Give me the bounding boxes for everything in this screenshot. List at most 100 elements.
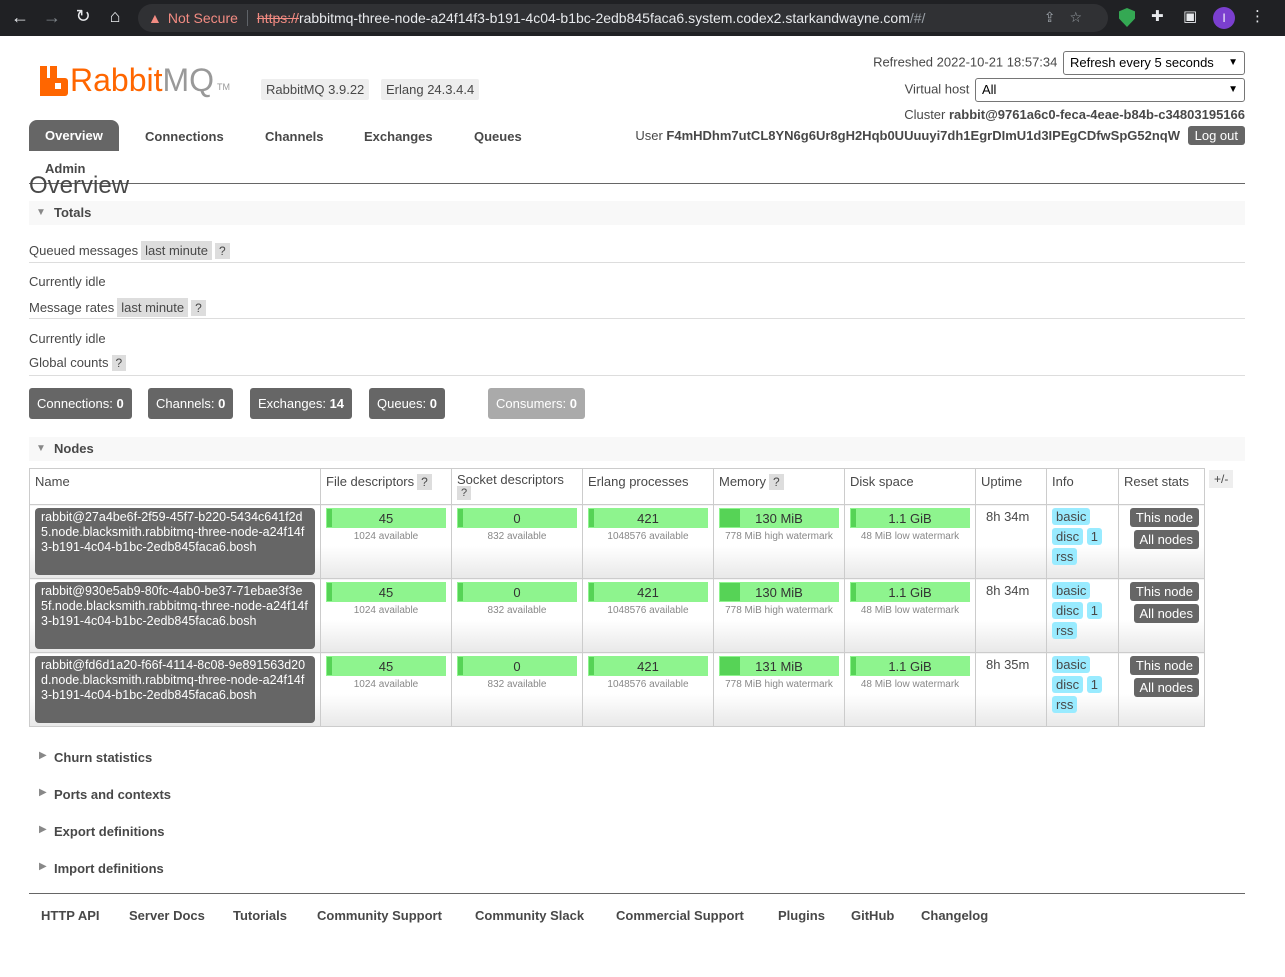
col-file-descriptors: File descriptors?	[320, 468, 452, 505]
export-definitions-section[interactable]: ▶ Export definitions	[29, 824, 165, 839]
help-button[interactable]: ?	[215, 243, 230, 259]
sidebar-toggle-icon[interactable]: ▣	[1183, 7, 1197, 25]
brand-rabbit: Rabbit	[70, 62, 163, 98]
extensions-puzzle-icon[interactable]: ✚	[1151, 7, 1164, 25]
browser-menu-icon[interactable]: ⋮	[1250, 7, 1265, 25]
footer-link-commercial-support[interactable]: Commercial Support	[616, 908, 744, 923]
help-button[interactable]: ?	[111, 355, 127, 371]
info-disc-count: 1	[1086, 528, 1102, 545]
node-name-link[interactable]: rabbit@27a4be6f-2f59-45f7-b220-5434c641f…	[35, 508, 315, 575]
reset-all-nodes-button[interactable]: All nodes	[1133, 530, 1199, 549]
extension-shield-icon[interactable]	[1119, 8, 1135, 27]
disk-bar: 1.1 GiB	[850, 656, 970, 676]
node-name-cell: rabbit@fd6d1a20-f66f-4114-8c08-9e891563d…	[29, 652, 321, 727]
col-socket-descriptors: Socket descriptors?	[451, 468, 583, 505]
tab-queues[interactable]: Queues	[474, 129, 522, 144]
node-name-link[interactable]: rabbit@fd6d1a20-f66f-4114-8c08-9e891563d…	[35, 656, 315, 723]
reset-this-node-button[interactable]: This node	[1129, 656, 1199, 675]
columns-toggle-button[interactable]: +/-	[1209, 470, 1234, 488]
chevron-down-icon: ▼	[1228, 84, 1238, 95]
ep-available: 1048576 available	[607, 679, 689, 690]
sd-cell: 0 832 available	[451, 652, 583, 727]
sd-available: 832 available	[487, 531, 547, 542]
info-disc-tag[interactable]: disc	[1052, 602, 1084, 619]
totals-section-header[interactable]: ▼ Totals	[29, 201, 1245, 225]
reset-all-nodes-button[interactable]: All nodes	[1133, 604, 1199, 623]
node-name-link[interactable]: rabbit@930e5ab9-80fc-4ab0-be37-71ebae3f3…	[35, 582, 315, 649]
uptime-value: 8h 35m	[986, 657, 1030, 672]
message-rates-row: Message rates last minute?	[29, 298, 206, 317]
tab-overview[interactable]: Overview	[29, 120, 119, 151]
forward-arrow-icon[interactable]: →	[36, 7, 68, 28]
uptime-value: 8h 34m	[986, 583, 1030, 598]
fd-available: 1024 available	[353, 605, 419, 616]
info-disc-tag[interactable]: disc	[1052, 676, 1084, 693]
footer-link-community-support[interactable]: Community Support	[317, 908, 442, 923]
info-basic-tag[interactable]: basic	[1052, 582, 1091, 599]
footer-link-plugins[interactable]: Plugins	[778, 908, 825, 923]
help-button[interactable]: ?	[768, 474, 784, 490]
home-icon[interactable]: ⌂	[99, 6, 131, 27]
exchanges-count[interactable]: Exchanges: 14	[250, 388, 353, 419]
info-rss-tag[interactable]: rss	[1052, 548, 1078, 565]
footer-link-github[interactable]: GitHub	[851, 908, 894, 923]
nodes-section-header[interactable]: ▼ Nodes	[29, 437, 1245, 461]
address-bar[interactable]: ▲ Not Secure https:// rabbitmq-three-nod…	[138, 4, 1108, 32]
caret-down-icon: ▼	[36, 443, 46, 454]
sd-cell: 0 832 available	[451, 578, 583, 653]
ports-contexts-section[interactable]: ▶ Ports and contexts	[29, 787, 171, 802]
rates-range-pill[interactable]: last minute	[117, 298, 189, 317]
disk-watermark: 48 MiB low watermark	[860, 679, 960, 690]
refresh-interval-select[interactable]: Refresh every 5 seconds ▼	[1063, 51, 1245, 75]
footer-link-server-docs[interactable]: Server Docs	[129, 908, 205, 923]
share-bookmark-icons[interactable]: ⇪☆	[1044, 9, 1096, 26]
connections-count[interactable]: Connections: 0	[29, 388, 132, 419]
info-basic-tag[interactable]: basic	[1052, 656, 1091, 673]
fd-bar: 45	[326, 508, 446, 528]
logout-button[interactable]: Log out	[1187, 126, 1245, 145]
help-button[interactable]: ?	[191, 300, 206, 316]
rabbitmq-logo[interactable]: Rabbit MQ TM	[40, 60, 230, 96]
disk-cell: 1.1 GiB 48 MiB low watermark	[844, 652, 976, 727]
fd-cell: 45 1024 available	[320, 652, 452, 727]
vhost-select[interactable]: All ▼	[975, 78, 1245, 102]
help-button[interactable]: ?	[417, 474, 432, 490]
cluster-label: Cluster	[904, 107, 946, 122]
back-arrow-icon[interactable]: ←	[4, 7, 36, 28]
reload-icon[interactable]: ↻	[67, 6, 99, 27]
disk-bar: 1.1 GiB	[850, 582, 970, 602]
user-label: User	[635, 128, 663, 143]
page-title: Overview	[29, 172, 130, 196]
consumers-count[interactable]: Consumers: 0	[488, 388, 585, 419]
queues-count[interactable]: Queues: 0	[369, 388, 446, 419]
footer-link-community-slack[interactable]: Community Slack	[475, 908, 584, 923]
tab-exchanges[interactable]: Exchanges	[364, 129, 433, 144]
info-disc-count: 1	[1086, 676, 1102, 693]
footer-link-changelog[interactable]: Changelog	[921, 908, 988, 923]
global-counts-label: Global counts	[29, 355, 109, 370]
help-button[interactable]: ?	[457, 486, 472, 500]
info-cell: basic disc 1 rss	[1046, 504, 1119, 579]
info-rss-tag[interactable]: rss	[1052, 696, 1078, 713]
sd-bar: 0	[457, 508, 577, 528]
import-definitions-section[interactable]: ▶ Import definitions	[29, 861, 164, 876]
reset-all-nodes-button[interactable]: All nodes	[1133, 678, 1199, 697]
col-memory: Memory?	[713, 468, 845, 505]
info-basic-tag[interactable]: basic	[1052, 508, 1091, 525]
info-rss-tag[interactable]: rss	[1052, 622, 1078, 639]
memory-watermark: 778 MiB high watermark	[725, 679, 833, 690]
churn-statistics-section[interactable]: ▶ Churn statistics	[29, 750, 152, 765]
fd-cell: 45 1024 available	[320, 504, 452, 579]
channels-count[interactable]: Channels: 0	[148, 388, 234, 419]
tab-channels[interactable]: Channels	[265, 129, 324, 144]
profile-avatar[interactable]: I	[1213, 7, 1235, 29]
footer-link-http-api[interactable]: HTTP API	[41, 908, 100, 923]
queued-range-pill[interactable]: last minute	[141, 241, 212, 260]
reset-this-node-button[interactable]: This node	[1129, 582, 1199, 601]
footer-link-tutorials[interactable]: Tutorials	[233, 908, 287, 923]
info-disc-tag[interactable]: disc	[1052, 528, 1084, 545]
sd-bar: 0	[457, 582, 577, 602]
erlang-version: Erlang 24.3.4.4	[381, 79, 480, 100]
tab-connections[interactable]: Connections	[145, 129, 224, 144]
reset-this-node-button[interactable]: This node	[1129, 508, 1199, 527]
